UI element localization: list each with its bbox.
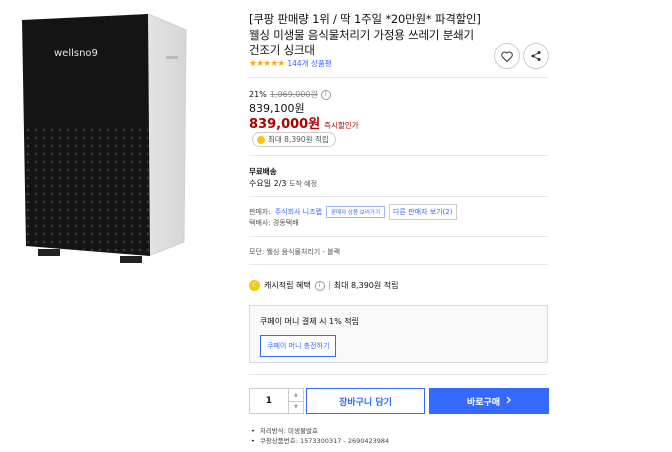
strike-price: 1,069,000원 <box>269 90 318 99</box>
cash-coin-icon: C <box>249 280 260 291</box>
decrease-icon[interactable]: ▼ <box>289 402 303 414</box>
carrier-info: 택배사: 경동택배 <box>249 219 299 227</box>
product-image: wellsno9 <box>8 6 208 268</box>
quantity-arrows: ▲ ▼ <box>287 389 303 414</box>
buy-now-button[interactable]: 바로구매 <box>429 388 549 414</box>
shipping-title: 무료배송 <box>249 167 277 176</box>
seller-products-tooltip[interactable]: 판매자 상품 보러가기 <box>326 206 386 218</box>
info-icon[interactable]: i <box>314 280 325 291</box>
add-to-cart-label: 장바구니 담기 <box>339 397 392 408</box>
shipping-date-text: 수요일 2/3 <box>249 179 287 188</box>
divider <box>249 155 548 156</box>
coin-icon <box>257 135 265 144</box>
share-icon <box>530 47 542 66</box>
divider <box>249 264 548 265</box>
coupay-charge-button[interactable]: 쿠페이 머니 충전하기 <box>260 335 337 357</box>
cash-reward-label: 캐시적립 혜택 <box>264 281 311 290</box>
reward-badge-text: 최대 8,390원 적립 <box>268 135 329 144</box>
buy-now-label: 바로구매 <box>466 397 501 408</box>
shipping-date-suffix: 도착 예정 <box>289 180 318 188</box>
seller-name-link[interactable]: 주식회사 니즈랩 <box>275 207 322 217</box>
review-count-link[interactable]: 144개 상품평 <box>287 58 331 69</box>
divider <box>249 196 548 197</box>
discount-rate: 21% <box>249 90 267 99</box>
discount-row: 21% 1,069,000원 i <box>249 89 331 100</box>
heart-icon <box>501 47 513 66</box>
shipping-date: 수요일 2/3 도착 예정 <box>249 178 317 189</box>
product-details-list: 처리방식: 미생물발효 쿠팡상품번호: 1573300317 - 2690423… <box>251 426 389 446</box>
quantity-stepper[interactable]: 1 ▲ ▼ <box>249 388 304 414</box>
coupay-text: 쿠페이 머니 결제 시 1% 적립 <box>260 317 360 326</box>
coupay-box: 쿠페이 머니 결제 시 1% 적립 쿠페이 머니 충전하기 <box>249 305 548 363</box>
increase-icon[interactable]: ▲ <box>288 389 303 402</box>
star-icon: ★★★★★ <box>249 58 285 69</box>
reward-badge: 최대 8,390원 적립 <box>252 132 336 147</box>
product-title: [쿠팡 판매량 1위 / 딱 1주일 *20만원* 파격할인] 웰싱 미생물 음… <box>249 12 481 57</box>
separator <box>328 281 330 290</box>
seller-label: 판매자: <box>249 208 271 216</box>
final-price-label: 즉시할인가 <box>324 121 359 130</box>
cash-reward-row: C 캐시적립 혜택 i 최대 8,390원 적립 <box>249 280 399 291</box>
final-price: 839,000원 <box>249 117 321 132</box>
brand-logo: wellsno9 <box>54 48 98 59</box>
final-price-row: 839,000원 즉시할인가 <box>249 113 359 132</box>
list-item: 쿠팡상품번호: 1573300317 - 2690423984 <box>251 436 389 446</box>
divider <box>249 374 548 375</box>
list-item: 처리방식: 미생물발효 <box>251 426 389 436</box>
cash-reward-amount: 최대 8,390원 적립 <box>333 281 399 290</box>
chevron-right-icon <box>506 396 511 407</box>
share-button[interactable] <box>523 43 549 69</box>
rating-row[interactable]: ★★★★★ 144개 상품평 <box>249 58 332 69</box>
add-to-cart-button[interactable]: 장바구니 담기 <box>306 388 425 414</box>
quantity-input[interactable]: 1 <box>250 389 288 413</box>
info-icon[interactable]: i <box>320 89 331 100</box>
other-sellers-button[interactable]: 다른 판매자 보기(2) <box>389 204 457 220</box>
selected-option: 모던: 웰싱 음식물처리기 - 블랙 <box>249 248 341 256</box>
divider <box>249 236 548 237</box>
divider <box>249 77 548 78</box>
wishlist-button[interactable] <box>494 43 520 69</box>
